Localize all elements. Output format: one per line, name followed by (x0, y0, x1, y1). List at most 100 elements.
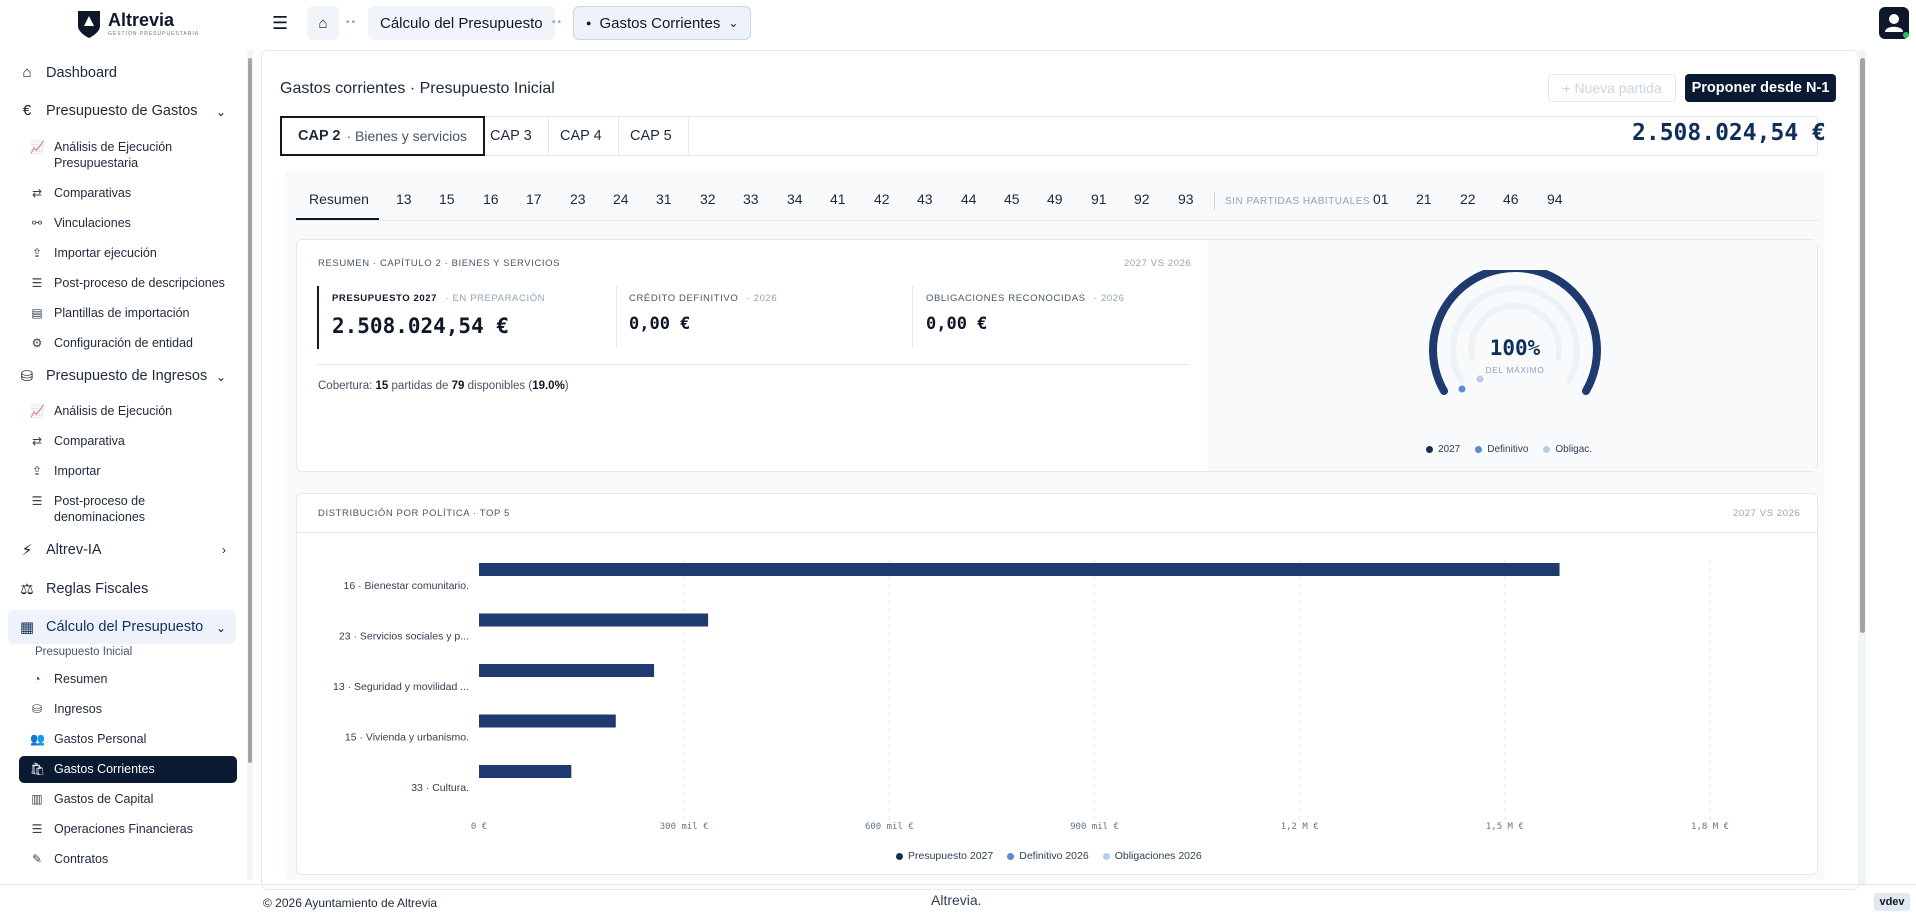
chevron-down-icon: ⌄ (728, 16, 739, 30)
sidebar-item-comparativas[interactable]: ⇄ Comparativas (30, 185, 131, 201)
chevron-right-icon[interactable]: › (222, 543, 226, 557)
tab-cap4[interactable]: CAP 4 (544, 117, 619, 155)
tab-politica-91[interactable]: 91 (1091, 191, 1107, 207)
gauge-icon: ◔ (33, 672, 41, 686)
kpi-divider (616, 286, 617, 348)
tab-politica-92[interactable]: 92 (1134, 191, 1150, 207)
kpi-value: 2.508.024,54 € (332, 314, 510, 338)
new-partida-button[interactable]: + Nueva partida (1548, 74, 1676, 102)
tabs-separator (1214, 192, 1215, 210)
tab-resumen[interactable]: Resumen (309, 191, 369, 207)
sidebar-item-comparativa[interactable]: ⇄ Comparativa (30, 433, 125, 449)
sidebar-item-ingresos[interactable]: ⛁ Ingresos (30, 701, 102, 717)
sidebar-item-resumen[interactable]: ◔ Resumen (30, 671, 107, 687)
tab-politica-94[interactable]: 94 (1547, 191, 1563, 207)
contract-icon: ✎ (31, 852, 43, 866)
list-icon: ☰ (31, 276, 43, 290)
bar-presupuesto-2027[interactable] (479, 613, 709, 627)
sidebar-item-importar-ejecucion[interactable]: ⇪ Importar ejecución (30, 245, 157, 261)
tab-politica-32[interactable]: 32 (700, 191, 716, 207)
bar-presupuesto-2027[interactable] (479, 765, 572, 778)
sidebar-item-gastos-personal[interactable]: 👥 Gastos Personal (30, 731, 146, 747)
main-scrollbar-thumb[interactable] (1860, 58, 1865, 633)
home-breadcrumb-button[interactable]: ⌂ (307, 6, 339, 40)
menu-toggle-icon[interactable]: ☰ (272, 13, 288, 34)
upload-icon: ⇪ (31, 246, 43, 260)
chevron-down-icon[interactable]: ⌄ (216, 105, 226, 119)
sidebar-item-gastos-capital[interactable]: ▥ Gastos de Capital (30, 791, 153, 807)
sidebar-item-operaciones[interactable]: ☰ Operaciones Financieras (30, 821, 193, 837)
sidebar-item-post-proceso-denominaciones[interactable]: ☰ Post-proceso de denominaciones (30, 493, 164, 525)
tab-politica-01[interactable]: 01 (1373, 191, 1389, 207)
x-tick-label: 1,5 M € (1486, 822, 1524, 832)
sidebar-section-label: Presupuesto Inicial (35, 646, 133, 658)
tab-politica-15[interactable]: 15 (439, 191, 455, 207)
tab-politica-16[interactable]: 16 (483, 191, 499, 207)
tab-cap2[interactable]: CAP 2 · Bienes y servicios (280, 116, 486, 156)
sidebar-item-dashboard[interactable]: ⌂ Dashboard (18, 64, 116, 81)
kpi-label: OBLIGACIONES RECONOCIDAS (926, 293, 1086, 304)
breadcrumb-gastos-corrientes[interactable]: ● Gastos Corrientes ⌄ (573, 6, 752, 40)
sidebar-item-importar[interactable]: ⇪ Importar (30, 463, 101, 479)
tab-politica-93[interactable]: 93 (1178, 191, 1194, 207)
sidebar-item-label: Importar ejecución (54, 246, 157, 260)
breadcrumb-calculo[interactable]: Cálculo del Presupuesto (368, 6, 555, 40)
sidebar-item-label: Contratos (54, 852, 109, 866)
users-icon: 👥 (30, 732, 45, 746)
sidebar-group-label: Presupuesto de Gastos (46, 102, 198, 119)
tab-politica-24[interactable]: 24 (613, 191, 629, 207)
tab-politica-41[interactable]: 41 (830, 191, 846, 207)
bar-presupuesto-2027[interactable] (479, 664, 655, 677)
home-icon: ⌂ (318, 14, 328, 32)
sidebar-item-gastos-corrientes[interactable]: 🛍 Gastos Corrientes (30, 761, 155, 777)
chart-title: DISTRIBUCIÓN POR POLÍTICA · TOP 5 (318, 508, 510, 519)
current-dot-icon: ● (586, 18, 592, 28)
kpi-label: CRÉDITO DEFINITIVO (629, 293, 739, 304)
category-label: 16 · Bienestar comunitario. (344, 580, 469, 592)
sidebar-scrollbar-thumb[interactable] (248, 58, 252, 763)
legend-definitivo: Definitivo 2026 (1007, 850, 1089, 862)
tab-politica-31[interactable]: 31 (656, 191, 672, 207)
tab-politica-42[interactable]: 42 (874, 191, 890, 207)
tabs-divider (296, 220, 1818, 221)
sidebar-item-plantillas[interactable]: ▤ Plantillas de importación (30, 305, 189, 321)
tab-politica-49[interactable]: 49 (1047, 191, 1063, 207)
tab-politica-43[interactable]: 43 (917, 191, 933, 207)
sidebar-item-reglas[interactable]: ⚖ Reglas Fiscales (18, 580, 148, 598)
sidebar-item-vinculaciones[interactable]: ⚯ Vinculaciones (30, 215, 131, 231)
x-tick-label: 600 mil € (865, 822, 914, 832)
tab-politica-13[interactable]: 13 (396, 191, 412, 207)
brand-logo[interactable]: Altrevia GESTIÓN PRESUPUESTARIA (76, 9, 199, 39)
sidebar-item-post-proceso[interactable]: ☰ Post-proceso de descripciones (30, 275, 225, 291)
tab-cap3[interactable]: CAP 3 (474, 117, 549, 155)
sidebar-group-ia[interactable]: ⚡ Altrev-IA (18, 541, 102, 559)
sidebar-group-gastos[interactable]: € Presupuesto de Gastos (18, 102, 228, 119)
tab-politica-44[interactable]: 44 (961, 191, 977, 207)
tab-politica-45[interactable]: 45 (1004, 191, 1020, 207)
summary-compare: 2027 VS 2026 (1124, 258, 1192, 269)
user-avatar[interactable] (1879, 7, 1909, 39)
sidebar-group-calculo[interactable]: ▦ Cálculo del Presupuesto (18, 618, 203, 636)
brand-name: Altrevia (108, 10, 175, 30)
active-tab-underline (296, 218, 379, 220)
sidebar-item-analisis-ingresos[interactable]: 📈 Análisis de Ejecución (30, 403, 172, 419)
tab-politica-23[interactable]: 23 (570, 191, 586, 207)
tab-politica-33[interactable]: 33 (743, 191, 759, 207)
tab-politica-46[interactable]: 46 (1503, 191, 1519, 207)
tab-politica-17[interactable]: 17 (526, 191, 542, 207)
chevron-down-icon[interactable]: ⌄ (216, 370, 226, 384)
tab-politica-21[interactable]: 21 (1416, 191, 1432, 207)
sidebar-item-analisis[interactable]: 📈 Análisis de Ejecución Presupuestaria (30, 139, 204, 171)
tab-politica-34[interactable]: 34 (787, 191, 803, 207)
sidebar-group-ingresos[interactable]: ⛁ Presupuesto de Ingresos (18, 367, 208, 385)
kpi-value: 0,00 € (629, 314, 691, 334)
bar-presupuesto-2027[interactable] (479, 563, 1560, 576)
bar-presupuesto-2027[interactable] (479, 714, 616, 728)
sidebar-item-contratos[interactable]: ✎ Contratos (30, 851, 108, 867)
propose-n1-button[interactable]: Proponer desde N-1 (1685, 74, 1836, 102)
chevron-down-icon[interactable]: ⌄ (216, 621, 226, 635)
bag-icon: 🛍 (30, 762, 46, 776)
tab-cap5[interactable]: CAP 5 (614, 117, 689, 155)
tab-politica-22[interactable]: 22 (1460, 191, 1476, 207)
sidebar-item-configuracion[interactable]: ⚙ Configuración de entidad (30, 335, 193, 351)
